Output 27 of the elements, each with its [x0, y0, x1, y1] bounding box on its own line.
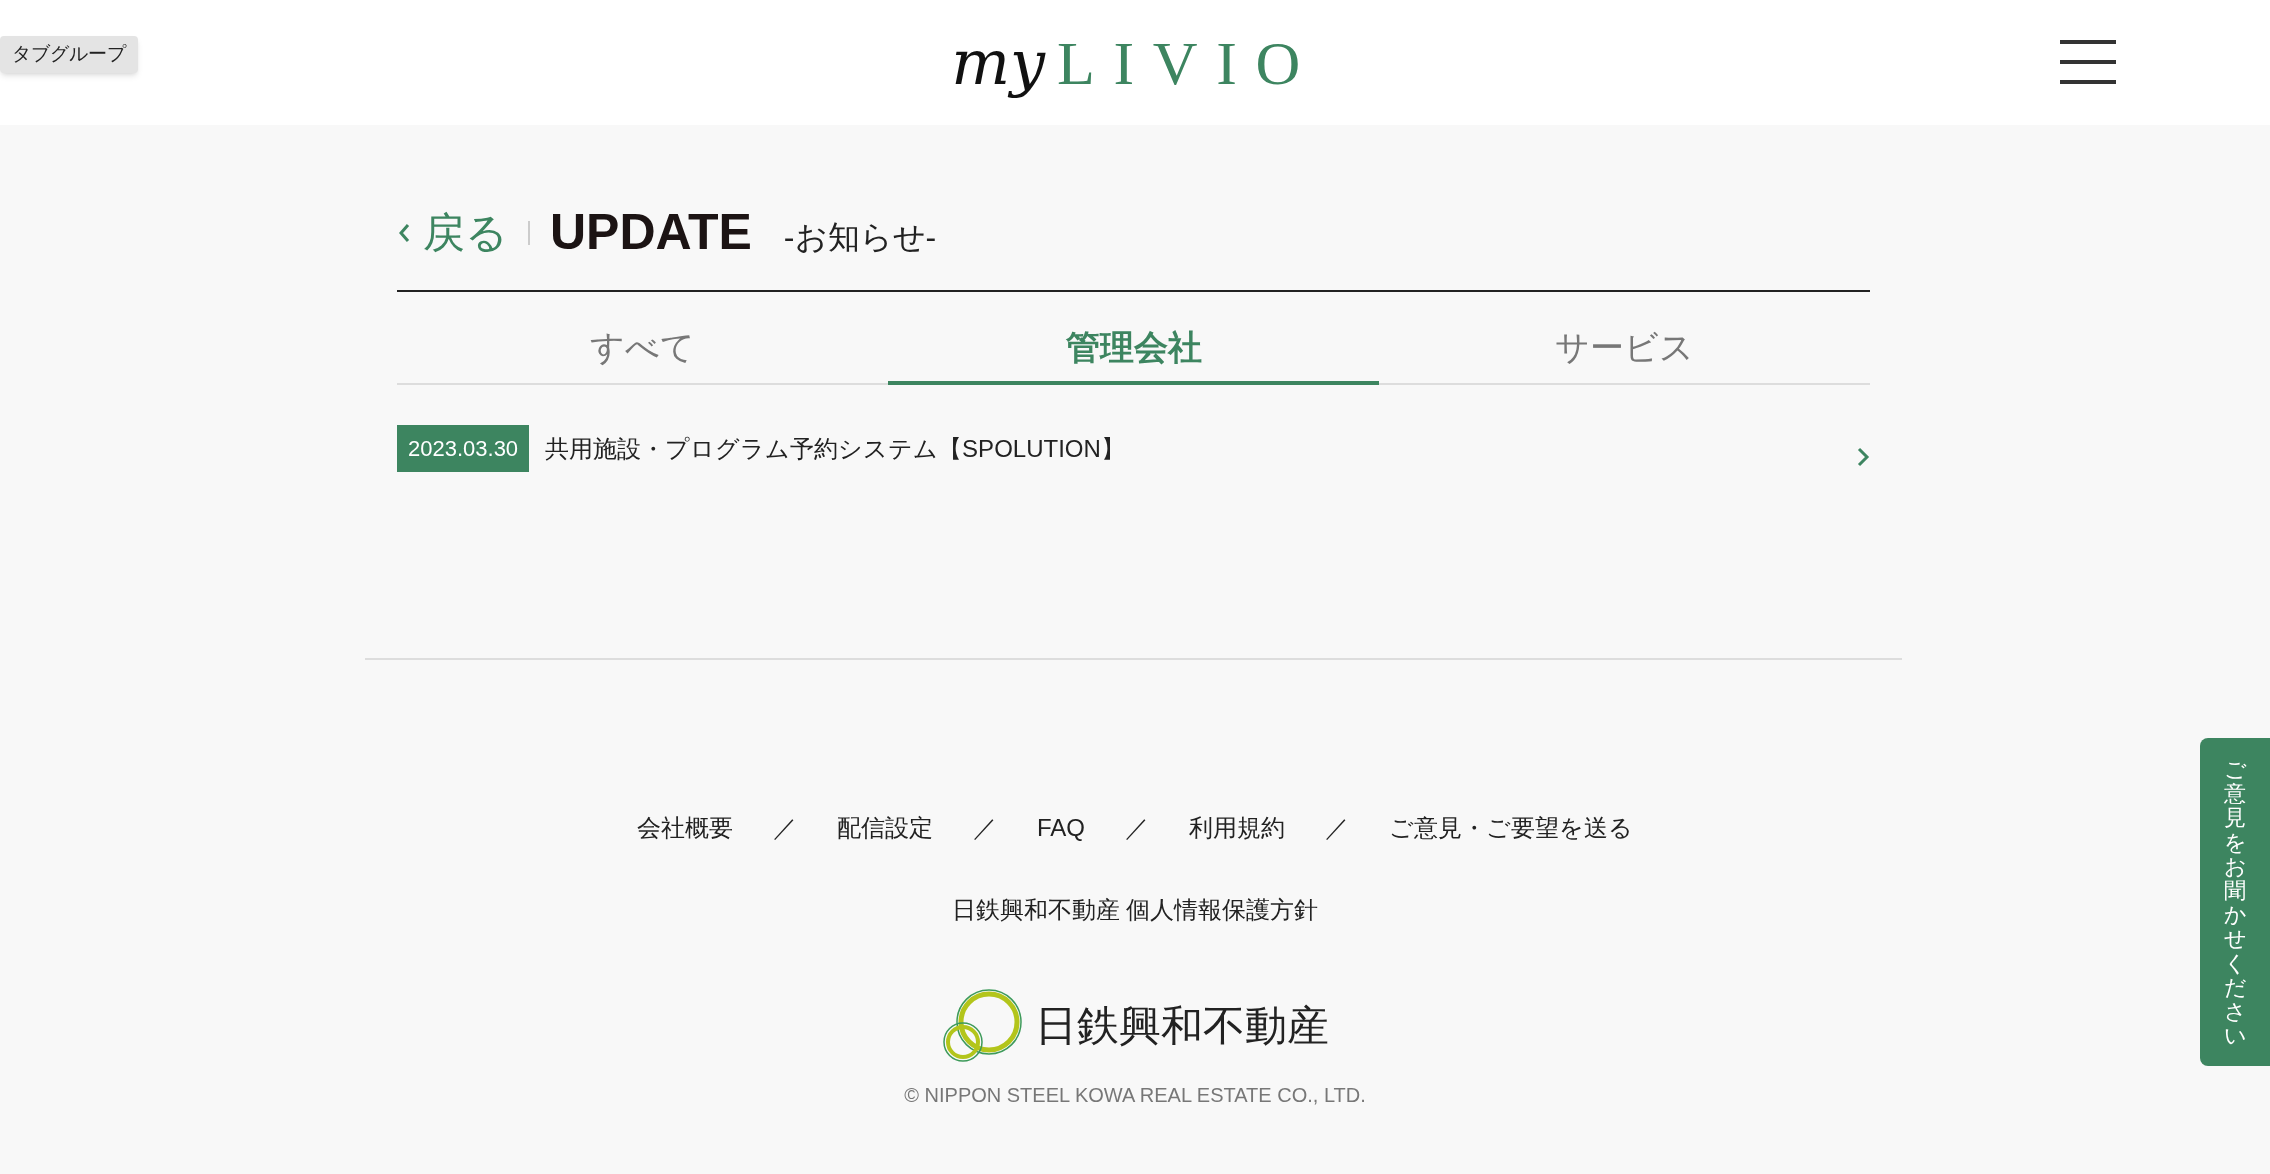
chevron-left-icon: [397, 221, 411, 244]
company-name: 日鉄興和不動産: [1035, 1000, 1329, 1051]
logo-wordmark: LIVIO: [1057, 31, 1319, 94]
page-title: UPDATE: [550, 203, 752, 262]
category-tab[interactable]: サービス: [1379, 322, 1870, 383]
link-separator: ／: [1125, 813, 1149, 843]
news-title: 共用施設・プログラム予約システム【SPOLUTION】: [545, 433, 1126, 464]
category-tab[interactable]: すべて: [397, 322, 888, 383]
page-subtitle: -お知らせ-: [783, 217, 937, 257]
feedback-tab[interactable]: ご意見をお聞かせください: [2200, 738, 2270, 1066]
link-separator: ／: [973, 813, 997, 843]
footer-link[interactable]: FAQ: [1037, 810, 1085, 846]
menu-icon[interactable]: [2060, 40, 2116, 84]
footer-link[interactable]: 配信設定: [837, 810, 933, 846]
news-item[interactable]: 2023.03.30 共用施設・プログラム予約システム【SPOLUTION】: [397, 425, 1870, 472]
company-logo-icon: [941, 986, 1023, 1064]
privacy-policy-link[interactable]: 日鉄興和不動産 個人情報保護方針: [951, 892, 1319, 928]
category-tab[interactable]: 管理会社: [888, 322, 1379, 385]
footer-link[interactable]: 利用規約: [1189, 810, 1285, 846]
back-link[interactable]: 戻る: [397, 201, 528, 264]
date-badge: 2023.03.30: [397, 425, 530, 472]
link-separator: ／: [773, 813, 797, 843]
footer-link[interactable]: ご意見・ご要望を送る: [1389, 810, 1633, 846]
footer-link[interactable]: 会社概要: [637, 810, 733, 846]
copyright: © NIPPON STEEL KOWA REAL ESTATE CO., LTD.: [904, 1083, 1366, 1108]
link-separator: ／: [1325, 813, 1349, 843]
tab-group-label[interactable]: タブグループ: [0, 36, 138, 73]
